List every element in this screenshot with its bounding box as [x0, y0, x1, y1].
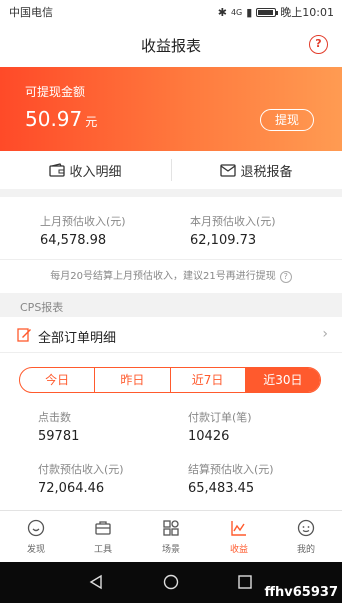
tab-7-days[interactable]: 近7日: [171, 368, 246, 392]
nav-label: 工具: [93, 545, 112, 555]
this-month-label: 本月预估收入(元): [190, 215, 276, 228]
clock: 晚上10:01: [280, 6, 334, 19]
tax-report-label: 退税报备: [240, 164, 293, 180]
settled-income-label: 结算预估收入(元): [188, 463, 274, 476]
tax-report-link[interactable]: 退税报备: [171, 151, 342, 189]
income-detail-link[interactable]: 收入明细: [0, 151, 171, 189]
nav-label: 收益: [229, 545, 248, 555]
cps-report-panel: 今日 昨日 近7日 近30日 点击数 59781 付款订单(笔) 10426 付…: [0, 352, 342, 510]
profile-icon: [297, 519, 315, 537]
chevron-right-icon: ›: [322, 326, 328, 342]
all-orders-row[interactable]: 全部订单明细 ›: [0, 317, 342, 352]
nav-earnings[interactable]: 收益: [205, 511, 273, 563]
bluetooth-icon: ✱: [217, 5, 227, 19]
paid-income-value: 72,064.46: [38, 481, 105, 496]
nav-discover[interactable]: 发现: [2, 511, 70, 563]
tab-today[interactable]: 今日: [20, 368, 96, 392]
last-month-value: 64,578.98: [40, 233, 107, 248]
clicks-label: 点击数: [38, 411, 71, 424]
envelope-icon: [220, 164, 237, 177]
nav-tools[interactable]: 工具: [69, 511, 137, 563]
income-estimates: 上月预估收入(元) 64,578.98 本月预估收入(元) 62,109.73: [0, 197, 342, 259]
paid-orders-value: 10426: [188, 429, 230, 444]
cps-section-label: CPS报表: [20, 301, 64, 314]
page-title: 收益报表: [140, 37, 201, 55]
clicks-value: 59781: [38, 429, 80, 444]
paid-orders-label: 付款订单(笔): [188, 411, 252, 424]
edit-document-icon: [17, 328, 31, 342]
recents-icon[interactable]: [237, 574, 253, 590]
nav-scenes[interactable]: 场景: [137, 511, 205, 563]
network-label: 4G: [230, 7, 243, 17]
question-circle-icon[interactable]: ?: [279, 271, 292, 283]
nav-label: 发现: [26, 545, 45, 555]
question-circle-icon[interactable]: ?: [309, 35, 328, 54]
settlement-note: 每月20号结算上月预估收入，建议21号再进行提现?: [0, 259, 342, 293]
balance-unit: 元: [85, 115, 98, 129]
balance-label: 可提现金额: [25, 85, 86, 99]
nav-profile[interactable]: 我的: [272, 511, 340, 563]
watermark: ffhv65937: [264, 585, 339, 600]
all-orders-label: 全部订单明细: [38, 331, 117, 346]
bottom-nav: 发现 工具 场景 收益 我的: [0, 510, 342, 562]
tab-yesterday[interactable]: 昨日: [95, 368, 171, 392]
balance-value: 50.97: [25, 107, 83, 131]
balance-amount: 50.97 元: [25, 107, 97, 131]
nav-label: 我的: [296, 545, 315, 555]
this-month-value: 62,109.73: [190, 233, 257, 248]
carrier-label: 中国电信: [9, 6, 53, 19]
last-month-label: 上月预估收入(元): [40, 215, 126, 228]
income-detail-label: 收入明细: [69, 164, 122, 180]
chart-icon: [231, 521, 246, 536]
settlement-note-text: 每月20号结算上月预估收入，建议21号再进行提现: [50, 271, 276, 282]
battery-icon: [256, 7, 279, 17]
discover-icon: [27, 519, 45, 537]
signal-icon: ▮: [246, 5, 253, 19]
tab-30-days[interactable]: 近30日: [245, 368, 320, 392]
grid-icon: [163, 520, 179, 536]
home-icon[interactable]: [163, 574, 179, 590]
withdraw-button[interactable]: 提现: [260, 109, 314, 131]
quick-links: 收入明细 退税报备: [0, 151, 342, 189]
paid-income-label: 付款预估收入(元): [38, 463, 124, 476]
nav-label: 场景: [161, 545, 180, 555]
date-range-tabs: 今日 昨日 近7日 近30日: [19, 367, 321, 393]
app-header: 收益报表 ?: [0, 22, 342, 67]
status-bar: 中国电信 ✱ 4G ▮ 晚上10:01: [0, 0, 342, 22]
toolbox-icon: [95, 521, 111, 535]
wallet-icon: [49, 163, 66, 177]
back-icon[interactable]: [88, 574, 104, 590]
balance-banner: 可提现金额 50.97 元 提现: [0, 67, 342, 151]
settled-income-value: 65,483.45: [188, 481, 255, 496]
